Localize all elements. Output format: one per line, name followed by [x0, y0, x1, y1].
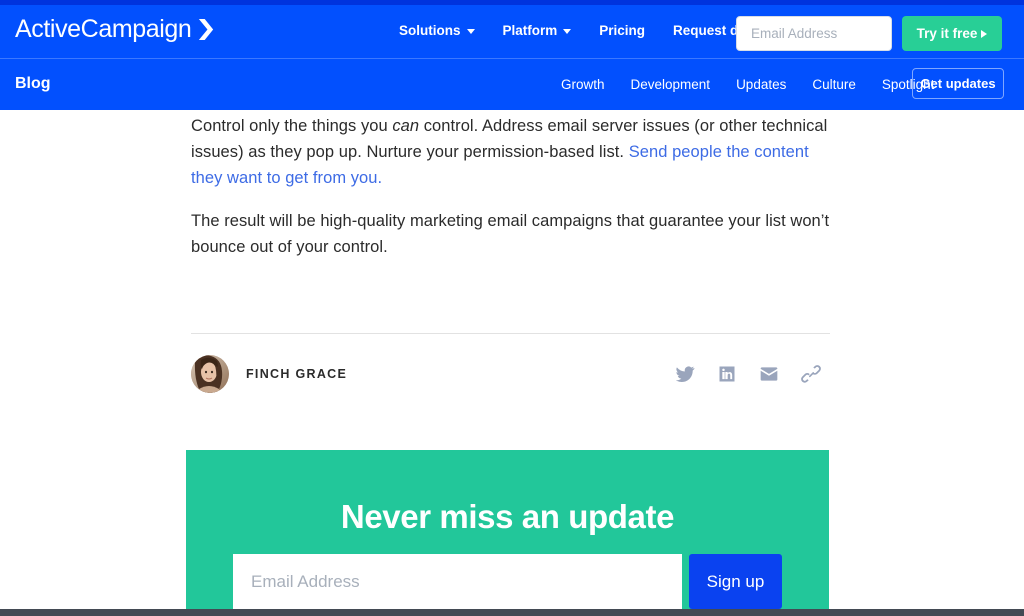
linkedin-icon[interactable] — [717, 364, 737, 384]
paragraph-1-part-1: Control only the things you — [191, 117, 393, 135]
author-row: FINCH GRACE — [191, 355, 830, 393]
link-icon[interactable] — [801, 364, 821, 384]
paragraph-1-emphasis: can — [392, 117, 420, 135]
header-email-field-wrap — [736, 16, 892, 51]
newsletter-cta-form: Sign up — [233, 554, 782, 609]
try-it-free-button[interactable]: Try it free — [902, 16, 1002, 51]
get-updates-button[interactable]: Get updates — [912, 68, 1004, 99]
chevron-down-icon — [466, 29, 475, 34]
newsletter-email-input[interactable] — [233, 554, 682, 609]
blog-title[interactable]: Blog — [15, 75, 51, 93]
blog-nav-item-growth[interactable]: Growth — [548, 77, 618, 92]
twitter-icon[interactable] — [675, 364, 695, 384]
avatar — [191, 355, 229, 393]
article-paragraph-2: The result will be high-quality marketin… — [191, 212, 830, 256]
email-icon[interactable] — [759, 364, 779, 384]
header-email-input[interactable] — [751, 26, 891, 41]
avatar-image — [191, 355, 229, 393]
blog-nav-item-development[interactable]: Development — [618, 77, 724, 92]
article-paragraph-1: Control only the things you can control.… — [191, 113, 831, 191]
article-divider — [191, 333, 830, 334]
logo-wordmark: ActiveCampaign — [15, 15, 192, 43]
primary-nav: Solutions Platform Pricing Request demo — [385, 23, 780, 38]
newsletter-cta-section: Never miss an update Sign up — [186, 450, 829, 610]
social-share-row — [675, 364, 821, 384]
blog-subheader: Blog Growth Development Updates Culture … — [0, 58, 1024, 110]
blog-nav: Growth Development Updates Culture Spotl… — [548, 77, 947, 92]
chevron-down-icon — [563, 29, 572, 34]
blog-nav-item-culture[interactable]: Culture — [799, 77, 869, 92]
chevron-right-logo-icon: ❯ — [195, 17, 217, 40]
page-root: ActiveCampaign ❯ Solutions Platform Pric… — [0, 0, 1024, 616]
newsletter-cta-title: Never miss an update — [340, 498, 675, 535]
site-header: ActiveCampaign ❯ Solutions Platform Pric… — [0, 5, 1024, 58]
article-body: Control only the things you can control.… — [191, 113, 831, 277]
author-name: FINCH GRACE — [246, 367, 348, 381]
newsletter-signup-button[interactable]: Sign up — [689, 554, 782, 609]
activecampaign-logo[interactable]: ActiveCampaign ❯ — [15, 15, 217, 43]
nav-item-solutions-label: Solutions — [399, 23, 461, 38]
blog-nav-item-updates[interactable]: Updates — [723, 77, 799, 92]
nav-item-platform-label: Platform — [502, 23, 558, 38]
nav-item-pricing[interactable]: Pricing — [585, 23, 659, 38]
play-triangle-icon — [981, 29, 988, 38]
bottom-bar — [0, 609, 1024, 616]
nav-item-platform[interactable]: Platform — [489, 23, 586, 38]
try-it-free-label: Try it free — [916, 26, 978, 41]
nav-item-solutions[interactable]: Solutions — [385, 23, 489, 38]
nav-item-pricing-label: Pricing — [599, 23, 646, 38]
